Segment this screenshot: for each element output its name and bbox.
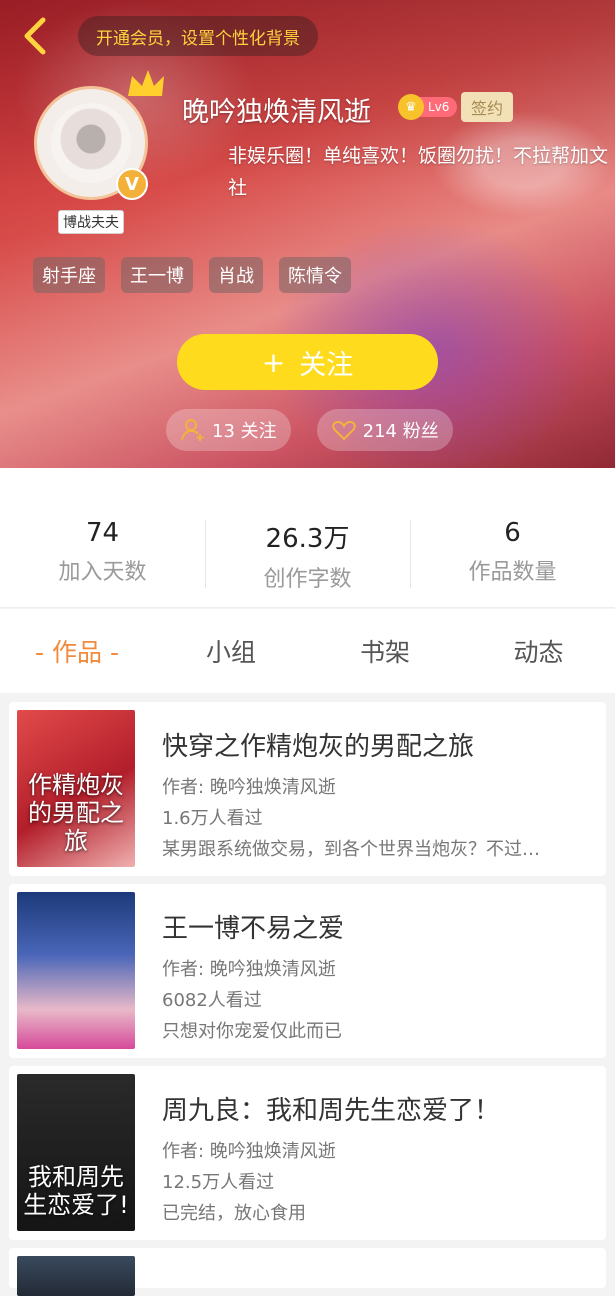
book-description: 已完结，放心食用 [162,1203,306,1224]
back-button[interactable] [16,14,56,58]
heart-icon [331,420,356,441]
list-item[interactable]: 作精炮灰的男配之旅 快穿之作精炮灰的男配之旅 作者: 晚吟独焕清风逝 1.6万人… [9,702,606,876]
stat-join-days: 74 加入天数 [0,518,205,586]
stat-value: 26.3万 [265,524,350,554]
stat-label: 加入天数 [58,560,147,585]
follow-label: 关注 [299,349,354,381]
level-crown-icon: ♛ [398,94,424,120]
tag-item[interactable]: 射手座 [33,257,105,293]
tab-bookshelf[interactable]: 书架 [308,609,462,693]
book-title: 快穿之作精炮灰的男配之旅 [162,732,475,762]
list-item[interactable] [9,1248,606,1296]
plus-icon: + [261,345,286,379]
book-cover: 作精炮灰的男配之旅 [17,710,135,867]
user-tags: 射手座 王一博 肖战 陈情令 [33,257,351,293]
book-title: 周九良：我和周先生恋爱了！ [162,1096,501,1126]
stat-works-count: 6 作品数量 [410,518,615,586]
stat-word-count: 26.3万 创作字数 [205,518,410,593]
following-count-button[interactable]: 13 关注 [166,409,291,451]
user-bio: 非娱乐圈！单纯喜欢！饭圈勿扰！不拉帮加文社 [228,145,609,199]
stat-label: 作品数量 [468,560,557,585]
list-item[interactable]: 王一博不易之爱 作者: 晚吟独焕清风逝 6082人看过 只想对你宠爱仅此而已 [9,884,606,1058]
verified-icon: V [116,168,148,200]
chevron-left-icon [24,17,46,55]
stat-value: 6 [504,518,521,548]
book-cover [17,1256,135,1296]
cover-title: 作精炮灰的男配之旅 [28,771,124,855]
tab-activity[interactable]: 动态 [462,609,615,693]
avatar-image [51,103,131,183]
vip-banner-text: 开通会员，设置个性化背景 [96,28,300,49]
book-author: 作者: 晚吟独焕清风逝 [162,777,336,798]
header-overlay [0,0,615,468]
sign-badge[interactable]: 签约 [461,92,513,122]
profile-tabs: - 作品 - 小组 书架 动态 [0,609,615,693]
stats-section: 74 加入天数 26.3万 创作字数 6 作品数量 [0,468,615,608]
vip-background-banner[interactable]: 开通会员，设置个性化背景 [78,16,318,56]
stat-label: 创作字数 [263,567,352,592]
tab-works[interactable]: - 作品 - [0,609,154,693]
book-author: 作者: 晚吟独焕清风逝 [162,959,336,980]
level-badge: ♛ Lv6 [398,94,458,120]
fans-count: 214 粉丝 [362,421,439,442]
follow-button[interactable]: + 关注 [177,334,438,390]
tab-groups[interactable]: 小组 [154,609,308,693]
fans-count-button[interactable]: 214 粉丝 [316,409,453,451]
list-item[interactable]: 我和周先生恋爱了! 周九良：我和周先生恋爱了！ 作者: 晚吟独焕清风逝 12.5… [9,1066,606,1240]
book-author: 作者: 晚吟独焕清风逝 [162,1141,336,1162]
book-views: 6082人看过 [162,990,262,1011]
book-views: 1.6万人看过 [162,808,263,829]
book-cover: 我和周先生恋爱了! [17,1074,135,1231]
book-title: 王一博不易之爱 [162,914,345,944]
profile-header: 开通会员，设置个性化背景 V 博战夫夫 晚吟独焕清风逝 ♛ Lv6 签约 非娱乐… [0,0,615,468]
book-cover [17,892,135,1049]
user-add-icon [181,419,204,441]
avatar-tag: 博战夫夫 [58,210,124,234]
following-count: 13 关注 [212,421,277,442]
stat-value: 74 [85,518,120,548]
book-description: 某男跟系统做交易，到各个世界当炮灰？不过… [162,839,540,860]
tag-item[interactable]: 王一博 [121,257,193,293]
follow-counts: 13 关注 214 粉丝 [166,409,453,451]
tag-item[interactable]: 陈情令 [279,257,351,293]
cover-title: 我和周先生恋爱了! [23,1163,129,1219]
book-views: 12.5万人看过 [162,1172,275,1193]
username: 晚吟独焕清风逝 [182,97,371,128]
tag-item[interactable]: 肖战 [209,257,263,293]
crown-icon [128,70,164,96]
book-description: 只想对你宠爱仅此而已 [162,1021,342,1042]
